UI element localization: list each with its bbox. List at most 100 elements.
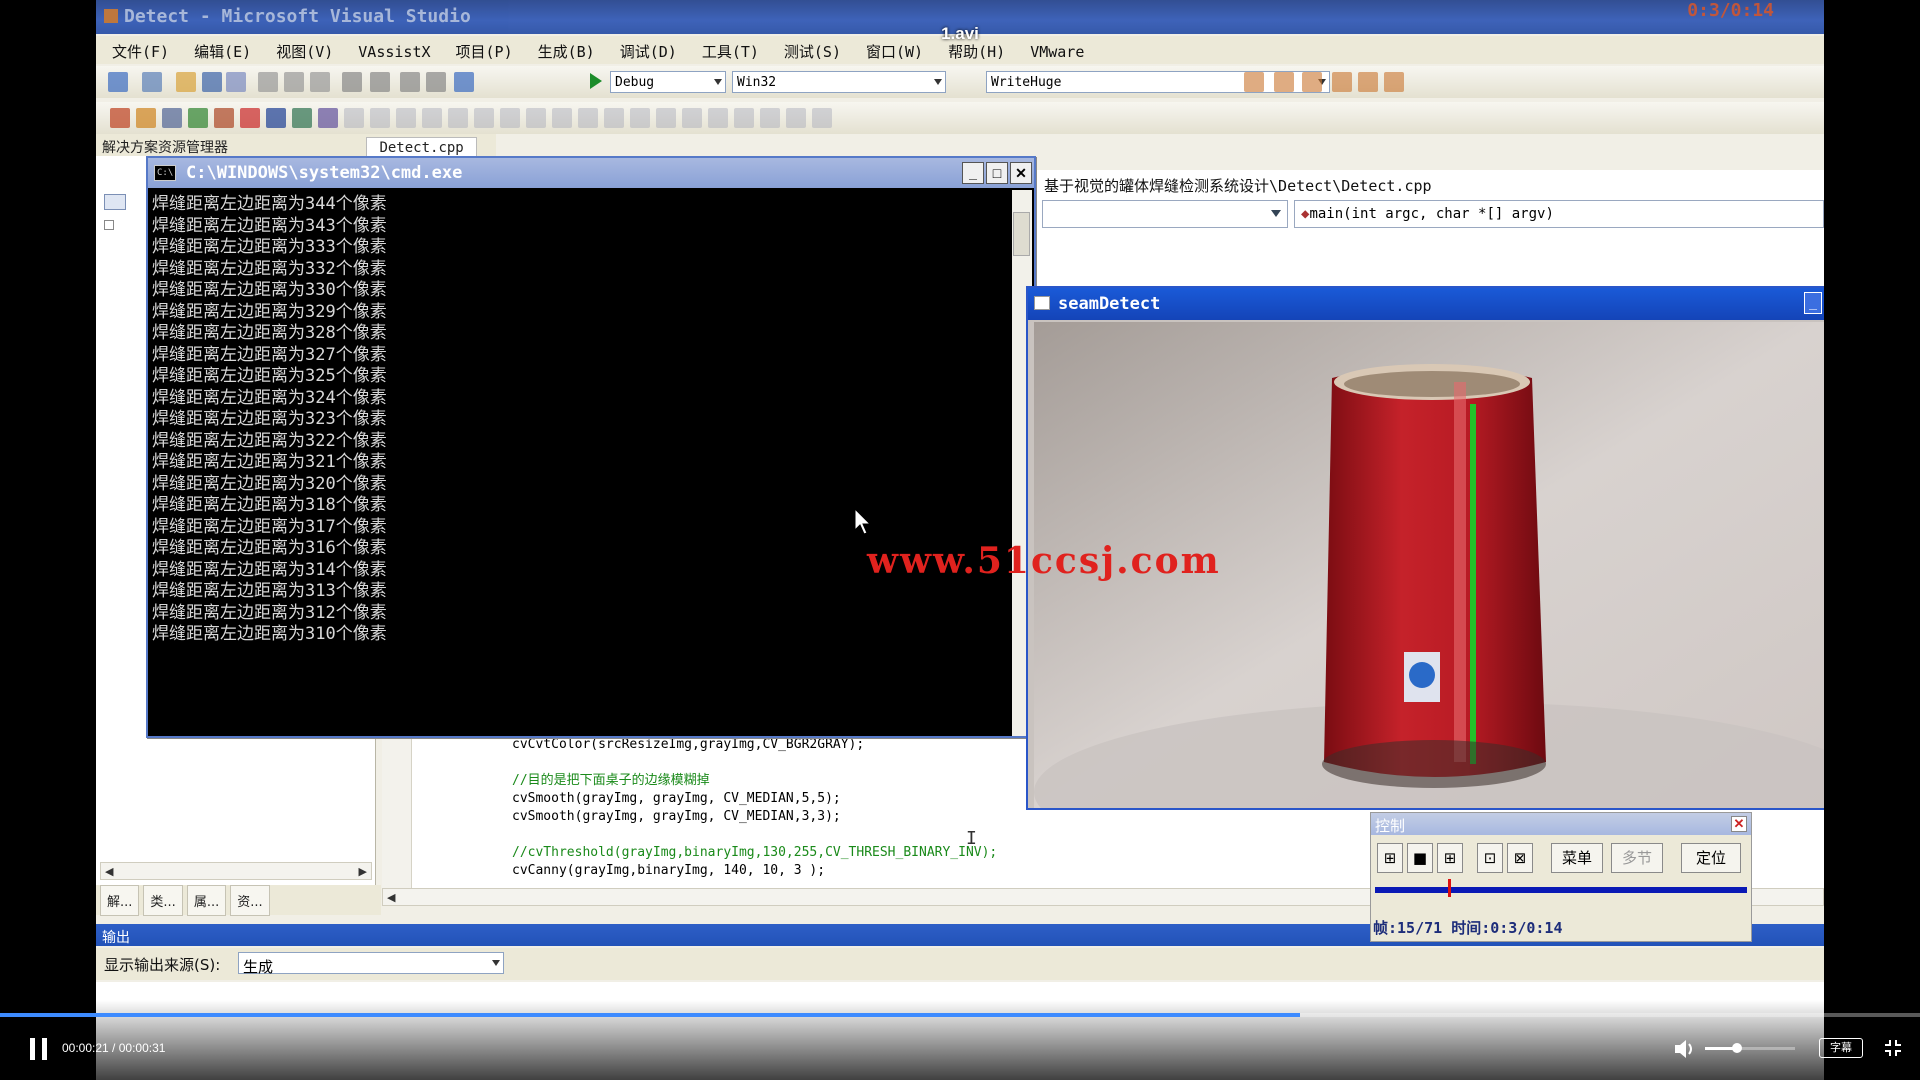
toolbar-icon[interactable] (708, 108, 728, 128)
volume-icon[interactable] (1673, 1038, 1697, 1060)
prev-frame-button[interactable]: ⊞ (1377, 843, 1403, 873)
toolbar-icon[interactable] (786, 108, 806, 128)
stop-button[interactable]: ■ (1407, 843, 1433, 873)
time-display: 00:00:21 / 00:00:31 (62, 1041, 166, 1055)
minimize-button[interactable]: _ (962, 162, 984, 184)
class-combo[interactable] (1042, 200, 1288, 228)
fit-icon[interactable]: ⊡ (1477, 843, 1503, 873)
toolbar-icon[interactable] (682, 108, 702, 128)
cmd-title-bar[interactable]: C:\ C:\WINDOWS\system32\cmd.exe _ □ ✕ (148, 158, 1034, 188)
video-frame: Detect - Microsoft Visual Studio 0:3/0:1… (96, 0, 1824, 1080)
cmd-line: 焊缝距离左边距离为322个像素 (152, 430, 387, 451)
progress-bar[interactable] (0, 1013, 1920, 1017)
toolbar-icon[interactable] (142, 72, 162, 92)
toolbar-icon[interactable] (422, 108, 442, 128)
toolbar-icon[interactable] (344, 108, 364, 128)
close-button[interactable]: ✕ (1010, 162, 1032, 184)
toolbar-icon[interactable] (526, 108, 546, 128)
subtitle-button[interactable]: 字幕 (1819, 1038, 1863, 1058)
seam-minimize-button[interactable]: _ (1804, 292, 1822, 314)
control-window[interactable]: 控制 ✕ ⊞ ■ ⊞ ⊡ ⊠ 菜单 多节 定位 帧:15/71 时间:0:3/0… (1370, 812, 1752, 942)
toolbar-icon[interactable] (500, 108, 520, 128)
toolbar-icon[interactable] (266, 108, 286, 128)
vs-text-toolbar (96, 102, 1824, 134)
frame-slider[interactable] (1375, 887, 1747, 893)
toolbar-icon[interactable] (656, 108, 676, 128)
volume-knob[interactable] (1731, 1043, 1742, 1053)
start-debug-icon[interactable] (590, 73, 602, 89)
step-button[interactable]: 多节 (1611, 843, 1663, 873)
toolbar-icon[interactable] (760, 108, 780, 128)
toolbar-icon[interactable] (734, 108, 754, 128)
toolbar-icon[interactable] (1358, 72, 1378, 92)
cmd-line: 焊缝距离左边距离为314个像素 (152, 559, 387, 580)
toolbar-icon[interactable] (426, 72, 446, 92)
toolbar-icon[interactable] (310, 72, 330, 92)
toolbar-icon[interactable] (552, 108, 572, 128)
menu-button[interactable]: 菜单 (1551, 843, 1603, 873)
control-close-button[interactable]: ✕ (1731, 816, 1747, 832)
toolbar-icon[interactable] (162, 108, 182, 128)
cmd-line: 焊缝距离左边距离为332个像素 (152, 258, 387, 279)
toolbar-icon[interactable] (176, 72, 196, 92)
toolbar-icon[interactable] (342, 72, 362, 92)
platform-combo[interactable]: Win32 (732, 71, 946, 93)
toolbar-icon[interactable] (1332, 72, 1352, 92)
toolbar-icon[interactable] (604, 108, 624, 128)
toolbar-icon[interactable] (370, 72, 390, 92)
toolbar-icon[interactable] (202, 72, 222, 92)
solution-hscroll[interactable]: ◀ ▶ (100, 862, 372, 880)
zoom-icon[interactable]: ⊠ (1507, 843, 1533, 873)
toolbar-icon[interactable] (214, 108, 234, 128)
next-frame-button[interactable]: ⊞ (1437, 843, 1463, 873)
toolbar-icon[interactable] (292, 108, 312, 128)
pause-button[interactable] (28, 1038, 50, 1060)
cmd-title: C:\WINDOWS\system32\cmd.exe (186, 163, 463, 183)
solution-tab[interactable]: 解... (100, 885, 140, 916)
code-line: cvSmooth(grayImg, grayImg, CV_MEDIAN,5,5… (512, 791, 841, 806)
toolbar-icon[interactable] (578, 108, 598, 128)
toolbar-icon[interactable] (454, 72, 474, 92)
toolbar-icon[interactable] (226, 72, 246, 92)
volume-slider[interactable] (1705, 1043, 1795, 1053)
toolbar-icon[interactable] (1384, 72, 1404, 92)
cmd-scroll-thumb[interactable] (1013, 212, 1030, 256)
seam-title-bar[interactable]: seamDetect _ (1028, 288, 1824, 320)
toolbar-icon[interactable] (1302, 72, 1322, 92)
toolbar-icon[interactable] (400, 72, 420, 92)
toolbar-icon[interactable] (370, 108, 390, 128)
fullscreen-exit-icon[interactable] (1884, 1039, 1902, 1057)
config-combo[interactable]: Debug (610, 71, 726, 93)
toolbar-icon[interactable] (136, 108, 156, 128)
toolbar-icon[interactable] (448, 108, 468, 128)
toolbar-icon[interactable] (110, 108, 130, 128)
cmd-line: 焊缝距离左边距离为323个像素 (152, 409, 387, 429)
maximize-button[interactable]: □ (986, 162, 1008, 184)
frame-info: 帧:15/71 时间:0:3/0:14 (1373, 919, 1563, 937)
frame-slider-thumb[interactable] (1448, 879, 1452, 897)
toolbar-icon[interactable] (108, 72, 128, 92)
toolbar-icon[interactable] (318, 108, 338, 128)
toolbar-icon[interactable] (1274, 72, 1294, 92)
toolbar-icon[interactable] (396, 108, 416, 128)
solution-tab[interactable]: 类... (143, 885, 183, 916)
toolbar-icon[interactable] (188, 108, 208, 128)
cmd-line: 焊缝距离左边距离为313个像素 (152, 581, 387, 601)
toolbar-icon[interactable] (1244, 72, 1264, 92)
duration: 00:00:31 (118, 1041, 166, 1055)
toolbar-icon[interactable] (812, 108, 832, 128)
output-source-combo[interactable]: 生成 (238, 952, 504, 976)
cmd-window[interactable]: C:\ C:\WINDOWS\system32\cmd.exe _ □ ✕ 焊缝… (146, 156, 1036, 738)
locate-button[interactable]: 定位 (1681, 843, 1741, 873)
toolbar-icon[interactable] (284, 72, 304, 92)
solution-tab[interactable]: 资... (230, 885, 270, 916)
cmd-line: 焊缝距离左边距离为312个像素 (152, 602, 387, 623)
toolbar-icon[interactable] (474, 108, 494, 128)
function-combo[interactable]: ◆main(int argc, char *[] argv) (1294, 200, 1824, 228)
toolbar-icon[interactable] (258, 72, 278, 92)
solution-tab[interactable]: 属... (186, 885, 227, 916)
tree-expand-icon[interactable] (104, 220, 114, 230)
toolbar-icon[interactable] (240, 108, 260, 128)
mouse-pointer-icon (854, 508, 872, 535)
toolbar-icon[interactable] (630, 108, 650, 128)
